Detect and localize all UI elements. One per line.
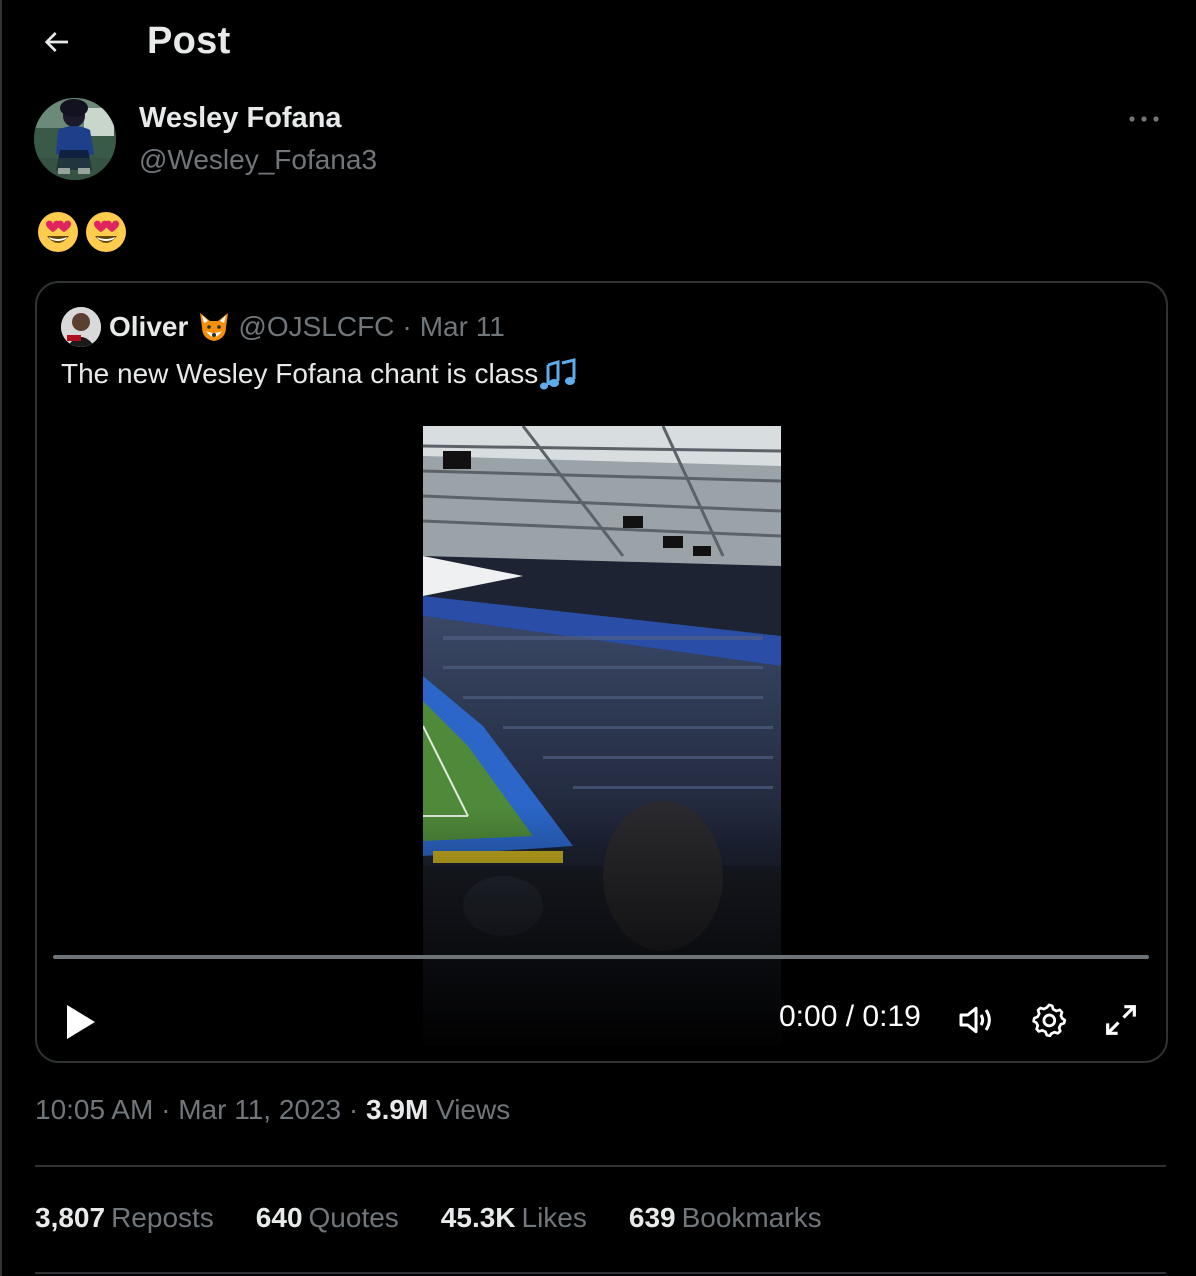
separator-dot: · bbox=[341, 1094, 367, 1125]
quotes-stat[interactable]: 640 Quotes bbox=[256, 1202, 399, 1234]
play-icon bbox=[67, 1005, 95, 1039]
likes-label: Likes bbox=[521, 1202, 587, 1233]
quoted-author-name[interactable]: Oliver bbox=[109, 311, 188, 343]
gear-icon bbox=[1032, 1003, 1067, 1038]
play-button[interactable] bbox=[57, 998, 105, 1046]
post-metadata: 10:05 AM · Mar 11, 2023 · 3.9M Views bbox=[35, 1094, 510, 1126]
more-options-button[interactable] bbox=[1124, 104, 1164, 134]
volume-icon bbox=[959, 1006, 991, 1034]
author-avatar[interactable] bbox=[34, 98, 116, 180]
likes-count: 45.3K bbox=[440, 1202, 516, 1233]
bookmarks-count: 639 bbox=[628, 1202, 676, 1233]
fullscreen-button[interactable] bbox=[1098, 997, 1144, 1043]
quoted-author-handle[interactable]: @OJSLCFC bbox=[238, 311, 394, 343]
video-player[interactable]: 0:00 / 0:19 bbox=[37, 426, 1166, 1061]
quotes-label: Quotes bbox=[308, 1202, 399, 1233]
reposts-count: 3,807 bbox=[35, 1202, 106, 1233]
fox-emoji-icon bbox=[200, 313, 229, 341]
more-dots-icon bbox=[1129, 116, 1159, 122]
engagement-stats: 3,807 Reposts 640 Quotes 45.3K Likes 639 Boo… bbox=[35, 1202, 864, 1234]
arrow-left-icon bbox=[44, 32, 68, 52]
musical-notes-emoji-icon bbox=[540, 358, 576, 390]
video-frame[interactable] bbox=[423, 426, 781, 1046]
tweet-text bbox=[36, 210, 128, 254]
page-title: Post bbox=[147, 20, 231, 62]
author-name[interactable]: Wesley Fofana bbox=[139, 102, 342, 135]
quoted-tweet-header: Oliver @OJSLCFC · Mar 11 bbox=[61, 307, 505, 347]
header: Post bbox=[0, 0, 1196, 88]
bookmarks-label: Bookmarks bbox=[681, 1202, 822, 1233]
likes-stat[interactable]: 45.3K Likes bbox=[441, 1202, 587, 1234]
reposts-label: Reposts bbox=[111, 1202, 214, 1233]
settings-button[interactable] bbox=[1026, 997, 1072, 1043]
views-label: Views bbox=[428, 1094, 511, 1125]
heart-eyes-emoji-icon bbox=[86, 212, 126, 252]
quoted-author-avatar[interactable] bbox=[61, 307, 101, 347]
volume-button[interactable] bbox=[953, 997, 999, 1043]
video-time: 0:00 / 0:19 bbox=[779, 1000, 921, 1033]
reposts-stat[interactable]: 3,807 Reposts bbox=[35, 1202, 214, 1234]
video-progress-bar[interactable] bbox=[53, 955, 1149, 959]
separator-dot: · bbox=[153, 1094, 179, 1125]
views-count: 3.9M bbox=[366, 1094, 429, 1125]
separator-dot: · bbox=[402, 311, 412, 342]
quoted-tweet-text: The new Wesley Fofana chant is class bbox=[61, 357, 578, 391]
fullscreen-icon bbox=[1106, 1005, 1136, 1035]
heart-eyes-emoji-icon bbox=[38, 212, 78, 252]
back-button[interactable] bbox=[34, 20, 78, 64]
quotes-count: 640 bbox=[255, 1202, 303, 1233]
left-border bbox=[0, 0, 2, 1276]
quoted-tweet[interactable]: Oliver @OJSLCFC · Mar 11 The new Wesley … bbox=[35, 281, 1168, 1063]
quoted-tweet-date[interactable]: Mar 11 bbox=[420, 311, 505, 343]
quoted-tweet-text-content: The new Wesley Fofana chant is class bbox=[61, 358, 539, 389]
divider bbox=[35, 1165, 1166, 1167]
post-time[interactable]: 10:05 AM bbox=[35, 1094, 153, 1125]
bookmarks-stat[interactable]: 639 Bookmarks bbox=[629, 1202, 822, 1234]
post-date[interactable]: Mar 11, 2023 bbox=[178, 1094, 341, 1125]
divider bbox=[35, 1272, 1166, 1274]
author-section: Wesley Fofana @Wesley_Fofana3 bbox=[34, 98, 1164, 184]
author-handle[interactable]: @Wesley_Fofana3 bbox=[139, 144, 377, 176]
